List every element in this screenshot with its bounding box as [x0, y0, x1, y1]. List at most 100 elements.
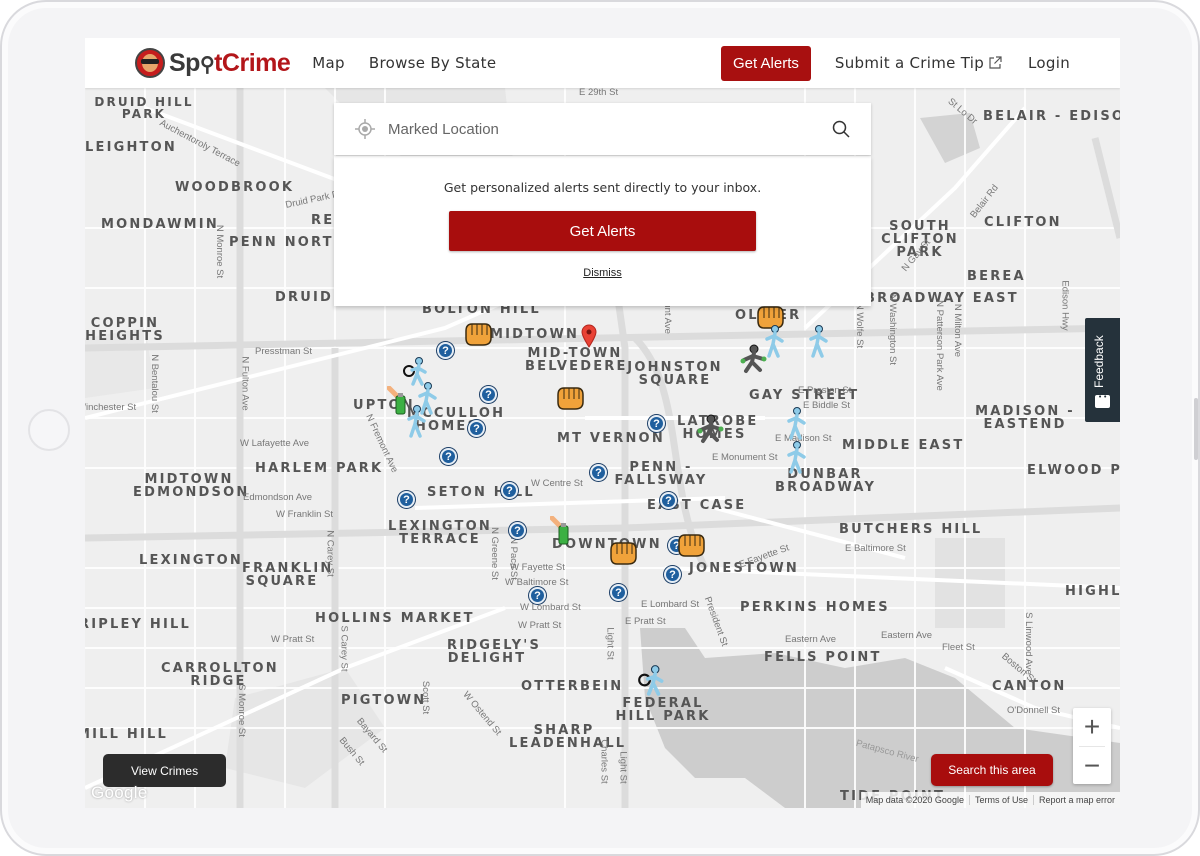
- street-label: N Washington St: [886, 294, 898, 365]
- zoom-out-button[interactable]: −: [1073, 747, 1111, 785]
- other-crime-marker[interactable]: ?: [480, 386, 497, 403]
- get-alerts-nav-button[interactable]: Get Alerts: [721, 45, 811, 81]
- other-crime-marker[interactable]: ?: [398, 491, 415, 508]
- other-crime-marker[interactable]: ?: [437, 342, 454, 359]
- neighborhood-label: RIPLEY HILL: [85, 617, 191, 632]
- map-data-credit: Map data ©2020 Google: [865, 795, 964, 805]
- neighborhood-label: MILL HILL: [85, 727, 168, 742]
- other-crime-marker[interactable]: ?: [664, 566, 681, 583]
- street-label: Winchester St: [85, 402, 137, 413]
- street-label: N Bentalou St: [148, 354, 160, 413]
- neighborhood-label: PERKINS HOMES: [740, 600, 890, 615]
- other-crime-marker[interactable]: ?: [501, 482, 518, 499]
- zoom-in-button[interactable]: +: [1073, 708, 1111, 746]
- street-label: E Pratt St: [625, 616, 666, 627]
- street-label: Charles St: [598, 739, 610, 784]
- nav-link-browse-by-state[interactable]: Browse By State: [369, 54, 497, 72]
- login-link[interactable]: Login: [1028, 54, 1070, 72]
- neighborhood-label: COPPIN HEIGHTS: [85, 316, 165, 344]
- my-location-icon[interactable]: [354, 118, 376, 140]
- spotcrime-logo[interactable]: Sp⚲tCrime: [135, 48, 291, 78]
- street-label: N Fulton Ave: [239, 356, 251, 411]
- street-label: S Linwood Ave: [1022, 612, 1034, 675]
- burglar-logo-icon: [135, 48, 165, 78]
- street-label: N Monroe St: [214, 224, 226, 279]
- street-label: Light St: [617, 751, 629, 784]
- other-crime-marker[interactable]: ?: [590, 464, 607, 481]
- dismiss-link[interactable]: Dismiss: [583, 267, 622, 279]
- theft-marker[interactable]: [783, 440, 809, 474]
- neighborhood-label: HARLEM PARK: [255, 461, 384, 476]
- vandalism-marker[interactable]: [550, 516, 572, 546]
- home-button[interactable]: [28, 409, 70, 451]
- nav-link-map[interactable]: Map: [312, 54, 345, 72]
- neighborhood-label: RE: [311, 213, 335, 228]
- robbery-marker[interactable]: [636, 664, 668, 696]
- neighborhood-label: BUTCHERS HILL: [839, 522, 983, 537]
- search-icon[interactable]: [831, 119, 851, 139]
- assault-fist-marker[interactable]: [463, 321, 493, 347]
- neighborhood-label: LEIGHTON: [85, 140, 177, 155]
- marked-location-pin[interactable]: [581, 324, 597, 348]
- neighborhood-label: OTTERBEIN: [521, 679, 624, 694]
- report-map-error-link[interactable]: Report a map error: [1032, 795, 1120, 805]
- other-crime-marker[interactable]: ?: [440, 448, 457, 465]
- feedback-smiley-icon: [1095, 393, 1110, 408]
- theft-marker[interactable]: [805, 324, 831, 358]
- burglary-marker[interactable]: [738, 344, 768, 374]
- get-alerts-popup-button[interactable]: Get Alerts: [449, 211, 756, 251]
- neighborhood-label: BELAIR - EDISON: [983, 109, 1120, 124]
- other-crime-marker[interactable]: ?: [529, 587, 546, 604]
- street-label: W Centre St: [531, 478, 583, 489]
- street-label: O'Donnell St: [1007, 705, 1061, 716]
- other-crime-marker[interactable]: ?: [660, 492, 677, 509]
- street-label: W Lombard St: [520, 602, 581, 613]
- neighborhood-label: DRUID HILL PARK: [94, 95, 194, 121]
- neighborhood-label: MIDTOWN EDMONDSON: [133, 472, 250, 500]
- neighborhood-label: WOODBROOK: [175, 180, 295, 195]
- assault-fist-marker[interactable]: [676, 532, 706, 558]
- other-crime-marker[interactable]: ?: [648, 415, 665, 432]
- feedback-tab[interactable]: Feedback: [1085, 318, 1120, 422]
- street-label: E Monument St: [712, 452, 778, 463]
- search-this-area-button[interactable]: Search this area: [931, 754, 1053, 786]
- street-label: S Carey St: [338, 625, 350, 672]
- street-label: W Lafayette Ave: [240, 438, 310, 449]
- street-label: E 29th St: [579, 87, 619, 98]
- terms-of-use-link[interactable]: Terms of Use: [968, 795, 1033, 805]
- brand-name: Sp⚲tCrime: [169, 48, 291, 77]
- neighborhood-label: PENN - FALLSWAY: [614, 460, 708, 488]
- assault-fist-marker[interactable]: [555, 385, 585, 411]
- other-crime-marker[interactable]: ?: [610, 584, 627, 601]
- neighborhood-label: CARROLLTON RIDGE: [161, 661, 279, 689]
- theft-marker[interactable]: [783, 406, 809, 440]
- top-navigation: Sp⚲tCrime Map Browse By State Get Alerts…: [85, 38, 1120, 88]
- browser-screen: Sp⚲tCrime Map Browse By State Get Alerts…: [85, 38, 1120, 808]
- alerts-signup-popup: Get personalized alerts sent directly to…: [334, 156, 871, 306]
- neighborhood-label: DRUID: [275, 290, 333, 305]
- street-label: N Carey St: [324, 530, 336, 577]
- side-button[interactable]: [1194, 398, 1198, 460]
- neighborhood-label: BEREA: [967, 269, 1026, 284]
- assault-fist-marker[interactable]: [608, 540, 638, 566]
- street-label: Edmondson Ave: [243, 492, 313, 503]
- street-label: W Pratt St: [518, 620, 562, 631]
- submit-crime-tip-link[interactable]: Submit a Crime Tip: [835, 54, 1002, 72]
- location-search-input[interactable]: [388, 120, 831, 138]
- street-label: N Patterson Park Ave: [933, 300, 945, 391]
- street-label: Scott St: [420, 680, 432, 715]
- neighborhood-label: MIDDLE EAST: [842, 438, 965, 453]
- other-crime-marker[interactable]: ?: [468, 420, 485, 437]
- vandalism-marker[interactable]: [387, 386, 409, 416]
- zoom-control: + −: [1073, 708, 1111, 784]
- street-label: Eastern Ave: [785, 634, 837, 645]
- other-crime-marker[interactable]: ?: [509, 522, 526, 539]
- neighborhood-label: HIGHLANDTOWN: [1065, 584, 1120, 599]
- google-logo: Google: [91, 783, 148, 802]
- map-attribution: Map data ©2020 Google Terms of Use Repor…: [860, 792, 1120, 808]
- neighborhood-label: CLIFTON: [984, 215, 1062, 230]
- neighborhood-label: PIGTOWN: [341, 693, 427, 708]
- neighborhood-label: LEXINGTON TERRACE: [388, 519, 492, 547]
- burglary-marker[interactable]: [695, 414, 725, 444]
- street-label: Light St: [604, 627, 616, 660]
